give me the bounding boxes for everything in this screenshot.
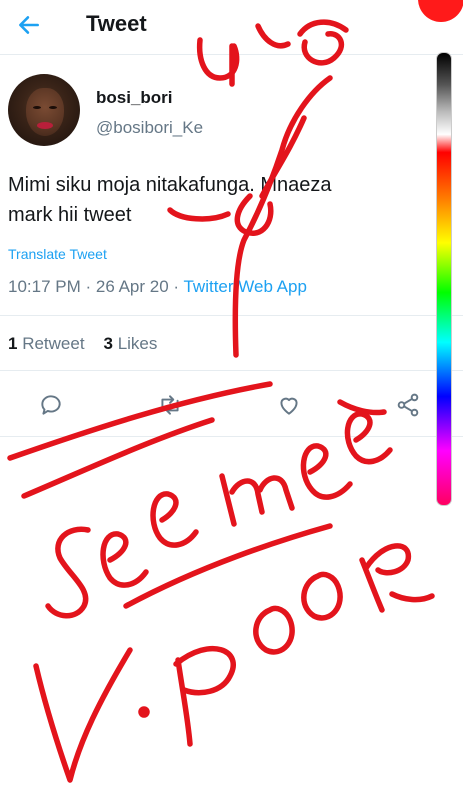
color-picker-slider[interactable]: [436, 52, 452, 506]
tweet-text-line-1: Mimi siku moja nitakafunga. Mnaeza: [8, 174, 332, 196]
author-display-name[interactable]: bosi_bori: [96, 88, 173, 108]
tweet-client-link[interactable]: Twitter Web App: [183, 277, 306, 296]
retweet-count: 1: [8, 334, 18, 353]
meta-separator: ·: [168, 277, 184, 296]
tweet-text-line-2: mark hii tweet: [8, 204, 132, 226]
page-title: Tweet: [86, 11, 147, 36]
divider: [0, 370, 463, 371]
arrow-left-icon[interactable]: [16, 12, 42, 38]
avatar-eye-right: [49, 106, 57, 109]
tweet-date: 26 Apr 20: [95, 277, 169, 296]
avatar-lips: [37, 122, 53, 129]
avatar[interactable]: [8, 74, 80, 146]
likes-label: Likes: [117, 334, 158, 353]
likes-stat[interactable]: 3 Likes: [103, 334, 157, 353]
retweet-label: Retweet: [22, 334, 85, 353]
retweet-stat[interactable]: 1 Retweet: [8, 334, 85, 353]
retweet-icon[interactable]: [157, 392, 183, 418]
header-divider: [0, 54, 463, 55]
like-count: 3: [103, 334, 113, 353]
tweet-time: 10:17 PM: [8, 277, 81, 296]
avatar-eye-left: [33, 106, 41, 109]
like-icon[interactable]: [276, 392, 302, 418]
divider: [0, 315, 463, 316]
reply-icon[interactable]: [38, 392, 64, 418]
divider: [0, 436, 463, 437]
tweet-meta: 10:17 PM · 26 Apr 20 · Twitter Web App: [8, 277, 307, 297]
author-handle[interactable]: @bosibori_Ke: [96, 118, 203, 138]
tweet-text: Mimi siku moja nitakafunga. Mnaeza mark …: [8, 170, 428, 230]
top-bar: Tweet: [0, 0, 463, 54]
translate-tweet-link[interactable]: Translate Tweet: [8, 246, 107, 262]
share-icon[interactable]: [395, 392, 421, 418]
meta-separator: ·: [80, 277, 96, 296]
tweet-stats: 1 Retweet 3 Likes: [8, 334, 157, 354]
